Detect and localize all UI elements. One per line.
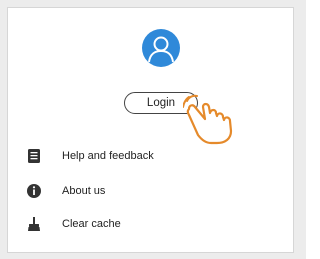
broom-icon bbox=[28, 217, 40, 231]
document-list-icon bbox=[28, 149, 40, 163]
menu-item-label: Help and feedback bbox=[62, 150, 154, 162]
info-icon bbox=[27, 184, 41, 198]
avatar-silhouette bbox=[148, 36, 174, 63]
app-frame: Login Help and feedback About us Clear c… bbox=[0, 0, 306, 259]
pointing-hand-icon bbox=[183, 94, 233, 145]
menu-item-clear-cache[interactable]: Clear cache bbox=[26, 216, 266, 238]
profile-panel: Login Help and feedback About us Clear c… bbox=[7, 7, 294, 253]
menu-item-about-us[interactable]: About us bbox=[26, 183, 266, 205]
menu-item-label: About us bbox=[62, 185, 106, 197]
menu-item-help-feedback[interactable]: Help and feedback bbox=[26, 148, 266, 170]
user-avatar-icon[interactable] bbox=[142, 29, 180, 67]
menu-item-label: Clear cache bbox=[62, 218, 121, 230]
